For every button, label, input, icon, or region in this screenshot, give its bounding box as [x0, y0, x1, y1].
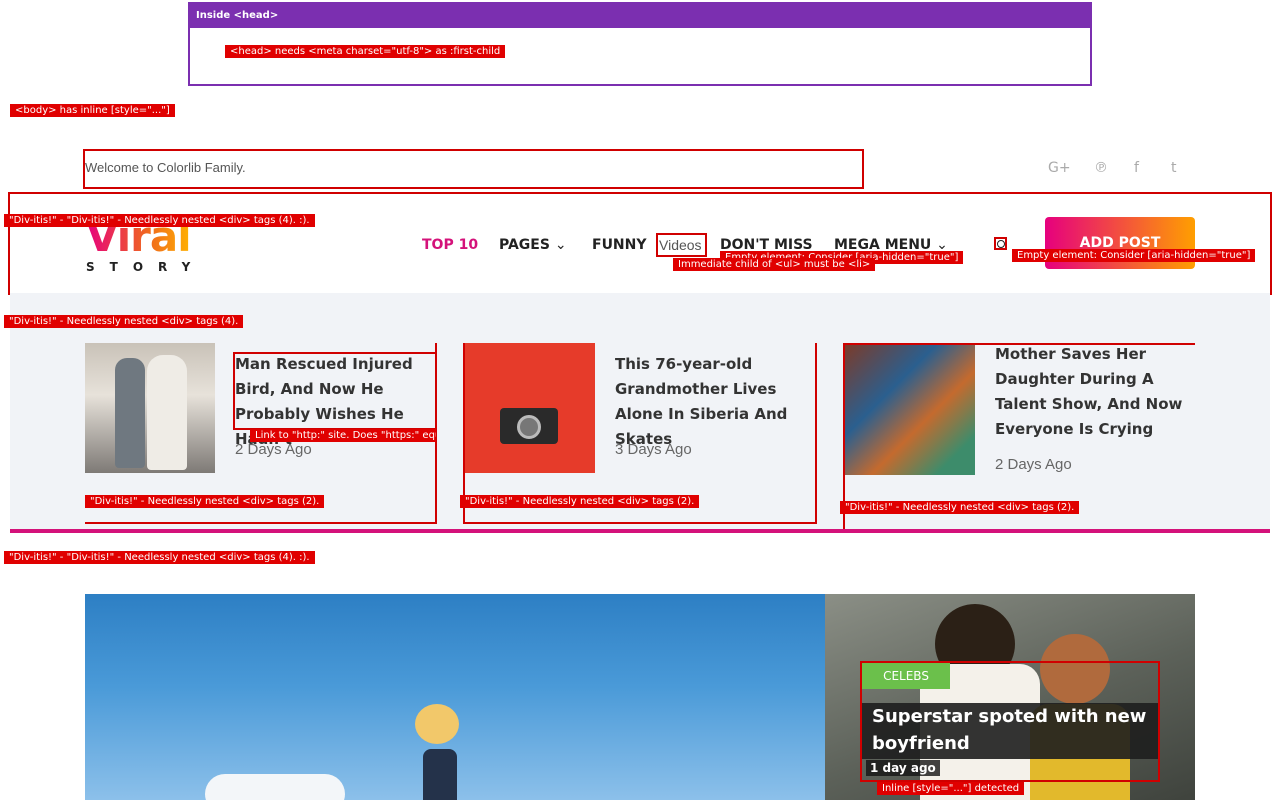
featured-title[interactable]: Superstar spoted with new boyfriend	[872, 703, 1152, 757]
trending-title[interactable]: Mother Saves Her Daughter During A Talen…	[995, 342, 1190, 442]
divitis-issue-card: "Div-itis!" - Needlessly nested <div> ta…	[460, 495, 700, 508]
nav-pages[interactable]: PAGES ⌄	[499, 237, 567, 253]
twitter-icon[interactable]: t	[1171, 160, 1177, 176]
trending-date: 2 Days Ago	[995, 456, 1072, 473]
trending-date: 2 Days Ago	[235, 441, 312, 458]
featured-main-image[interactable]	[85, 594, 825, 800]
nav-pages-label: PAGES	[499, 237, 550, 253]
logo-subtitle: STORY	[86, 260, 206, 274]
nav-funny[interactable]: FUNNY	[592, 237, 647, 253]
inline-style-issue-featured: Inline [style="..."] detected	[877, 782, 1025, 795]
head-charset-issue: <head> needs <meta charset="utf-8"> as :…	[225, 45, 506, 58]
head-panel-title: Inside <head>	[190, 4, 1090, 28]
empty-element-issue-button: Empty element: Consider [aria-hidden="tr…	[1012, 249, 1256, 262]
strip-divider	[10, 529, 1270, 533]
divitis-issue-featured: "Div-itis!" - "Div-itis!" - Needlessly n…	[4, 551, 315, 564]
trending-date: 3 Days Ago	[615, 441, 692, 458]
body-inline-style-issue: <body> has inline [style="..."]	[10, 104, 175, 117]
nav-videos[interactable]: Videos	[656, 233, 707, 257]
nav-top-10[interactable]: TOP 10	[422, 237, 478, 253]
divitis-issue-strip: "Div-itis!" - Needlessly nested <div> ta…	[4, 315, 244, 328]
trending-title[interactable]: This 76-year-old Grandmother Lives Alone…	[615, 352, 810, 452]
head-inspector-panel: Inside <head>	[188, 2, 1092, 86]
pinterest-icon[interactable]: ℗	[1094, 160, 1108, 176]
chevron-down-icon: ⌄	[554, 237, 567, 253]
link-http-issue: Link to "http:" site. Does "https:" equi…	[250, 429, 436, 442]
category-badge[interactable]: CELEBS	[862, 663, 950, 689]
divitis-issue-logo: "Div-itis!" - "Div-itis!" - Needlessly n…	[4, 214, 315, 227]
google-plus-icon[interactable]: G+	[1048, 160, 1071, 176]
featured-date: 1 day ago	[866, 760, 940, 776]
divitis-issue-card: "Div-itis!" - Needlessly nested <div> ta…	[85, 495, 325, 508]
facebook-icon[interactable]: f	[1134, 160, 1139, 176]
immediate-child-issue: Immediate child of <ul> must be <li>	[673, 258, 875, 271]
divitis-issue-card: "Div-itis!" - Needlessly nested <div> ta…	[840, 501, 1080, 514]
search-icon[interactable]	[994, 237, 1007, 250]
welcome-text: Welcome to Colorlib Family.	[85, 160, 246, 175]
